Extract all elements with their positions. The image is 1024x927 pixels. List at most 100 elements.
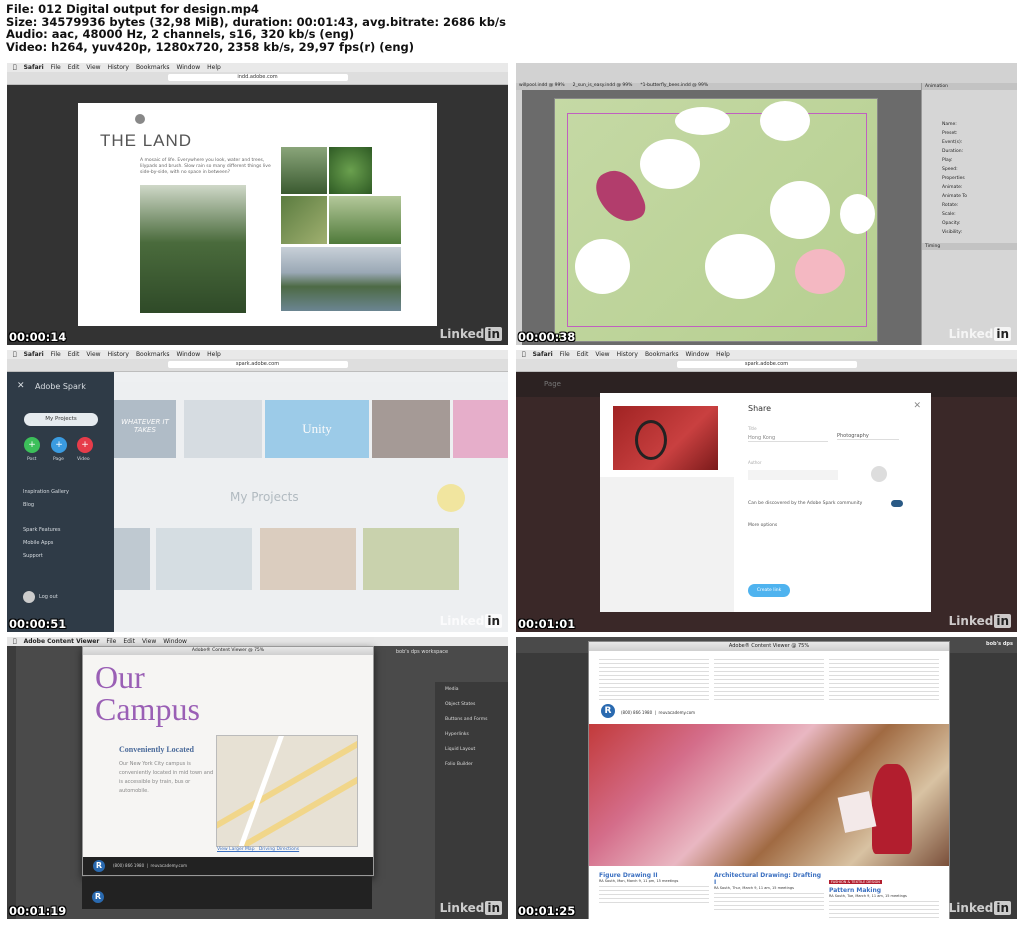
link-features[interactable]: Spark Features bbox=[23, 524, 69, 537]
sidebar-links: Inspiration Gallery Blog Spark Features … bbox=[23, 486, 69, 563]
panel-hyperlinks[interactable]: Hyperlinks bbox=[445, 727, 508, 742]
menu-bookmarks[interactable]: Bookmarks bbox=[136, 351, 170, 358]
project-card[interactable] bbox=[260, 528, 356, 590]
menu-edit[interactable]: Edit bbox=[68, 351, 80, 358]
tools-panel[interactable] bbox=[7, 646, 16, 919]
menu-safari[interactable]: Safari bbox=[24, 64, 44, 71]
create-page-icon[interactable]: + bbox=[51, 437, 67, 453]
page-title: THE LAND bbox=[100, 131, 193, 150]
menu-file[interactable]: File bbox=[560, 351, 570, 358]
pink-flower bbox=[795, 249, 845, 294]
address-bar[interactable]: spark.adobe.com bbox=[676, 361, 857, 368]
menu-window[interactable]: Window bbox=[685, 351, 709, 358]
project-card[interactable]: Unity bbox=[265, 400, 369, 458]
menu-bookmarks[interactable]: Bookmarks bbox=[136, 64, 170, 71]
field-label: Preset: bbox=[942, 131, 958, 136]
apple-icon[interactable]:  bbox=[13, 638, 17, 645]
menu-safari[interactable]: Safari bbox=[533, 351, 553, 358]
text-block bbox=[714, 656, 824, 700]
link-mobile-apps[interactable]: Mobile Apps bbox=[23, 537, 69, 550]
menu-edit[interactable]: Edit bbox=[577, 351, 589, 358]
menu-file[interactable]: File bbox=[51, 64, 61, 71]
menu-edit[interactable]: Edit bbox=[123, 638, 135, 645]
author-input[interactable] bbox=[748, 470, 838, 480]
my-projects-button[interactable]: My Projects bbox=[24, 413, 98, 426]
spark-brand: Adobe Spark bbox=[35, 382, 86, 391]
panel-object-states[interactable]: Object States bbox=[445, 697, 508, 712]
category-select[interactable]: Photography bbox=[837, 433, 899, 440]
panel-fields: Name: Preset: Event(s): Duration: Play: … bbox=[922, 90, 1017, 237]
close-icon[interactable]: ✕ bbox=[913, 401, 921, 411]
timing-tab[interactable]: Timing bbox=[922, 243, 1017, 250]
lilypads-photo bbox=[329, 147, 372, 194]
title-input[interactable]: Hong Kong bbox=[748, 435, 828, 442]
title-label: Title bbox=[748, 426, 757, 431]
panel-buttons-forms[interactable]: Buttons and Forms bbox=[445, 712, 508, 727]
menu-window[interactable]: Window bbox=[176, 64, 200, 71]
menu-app[interactable]: Adobe Content Viewer bbox=[24, 638, 100, 645]
browser-toolbar: spark.adobe.com bbox=[516, 359, 1017, 372]
menu-view[interactable]: View bbox=[595, 351, 609, 358]
link-blog[interactable]: Blog bbox=[23, 499, 69, 512]
panel-media[interactable]: Media bbox=[445, 682, 508, 697]
project-card[interactable] bbox=[184, 400, 262, 458]
menu-help[interactable]: Help bbox=[716, 351, 730, 358]
panel-folio-builder[interactable]: Folio Builder bbox=[445, 757, 508, 772]
document-tabs: willpool.indd @ 99% 2_sun_is_easy.indd @… bbox=[516, 83, 922, 90]
menu-bookmarks[interactable]: Bookmarks bbox=[645, 351, 679, 358]
address-bar[interactable]: spark.adobe.com bbox=[167, 361, 348, 368]
create-link-button[interactable]: Create link bbox=[748, 584, 790, 597]
project-card[interactable]: WHATEVER IT TAKES bbox=[114, 400, 176, 458]
underlying-document-footer: R bbox=[82, 877, 372, 909]
text-block bbox=[829, 656, 939, 700]
more-options-link[interactable]: More options bbox=[748, 523, 777, 528]
map-links[interactable]: View Larger Map Driving Directions bbox=[217, 847, 299, 852]
menu-window[interactable]: Window bbox=[176, 351, 200, 358]
animation-panel: Animation Name: Preset: Event(s): Durati… bbox=[921, 83, 1017, 345]
link-inspiration[interactable]: Inspiration Gallery bbox=[23, 486, 69, 499]
menu-view[interactable]: View bbox=[86, 351, 100, 358]
doc-tab[interactable]: *1-butterfly_bees.indd @ 99% bbox=[640, 83, 708, 90]
apple-icon[interactable]:  bbox=[13, 351, 17, 358]
menu-window[interactable]: Window bbox=[163, 638, 187, 645]
project-card[interactable] bbox=[156, 528, 252, 590]
create-post-icon[interactable]: + bbox=[24, 437, 40, 453]
panel-liquid-layout[interactable]: Liquid Layout bbox=[445, 742, 508, 757]
doc-tab[interactable]: willpool.indd @ 99% bbox=[519, 83, 565, 90]
add-project-icon[interactable] bbox=[437, 484, 465, 512]
menu-help[interactable]: Help bbox=[207, 351, 221, 358]
project-card[interactable] bbox=[363, 528, 459, 590]
logout-link[interactable]: Log out bbox=[39, 594, 58, 600]
menu-file[interactable]: File bbox=[51, 351, 61, 358]
campus-body: Our New York City campus is conveniently… bbox=[119, 761, 214, 794]
apple-icon[interactable]:  bbox=[13, 64, 17, 71]
menu-safari[interactable]: Safari bbox=[24, 351, 44, 358]
avatar[interactable] bbox=[23, 591, 35, 603]
author-avatar-icon[interactable] bbox=[871, 466, 887, 482]
create-video-icon[interactable]: + bbox=[77, 437, 93, 453]
campus-map[interactable] bbox=[216, 735, 358, 847]
menu-view[interactable]: View bbox=[86, 64, 100, 71]
menu-history[interactable]: History bbox=[108, 64, 129, 71]
tools-panel[interactable] bbox=[516, 90, 522, 345]
preview-text-column bbox=[600, 477, 734, 612]
project-card[interactable] bbox=[114, 528, 150, 590]
field-label: Scale: bbox=[942, 212, 956, 217]
menu-history[interactable]: History bbox=[108, 351, 129, 358]
project-card[interactable] bbox=[453, 400, 508, 458]
menu-history[interactable]: History bbox=[617, 351, 638, 358]
doc-tab[interactable]: 2_sun_is_easy.indd @ 99% bbox=[573, 83, 633, 90]
menu-help[interactable]: Help bbox=[207, 64, 221, 71]
menu-file[interactable]: File bbox=[106, 638, 116, 645]
link-support[interactable]: Support bbox=[23, 550, 69, 563]
menu-view[interactable]: View bbox=[142, 638, 156, 645]
close-icon[interactable]: ✕ bbox=[17, 381, 25, 391]
pines-photo bbox=[281, 147, 327, 194]
logo-icon bbox=[135, 114, 145, 124]
apple-icon[interactable]:  bbox=[522, 351, 526, 358]
menu-edit[interactable]: Edit bbox=[68, 64, 80, 71]
address-bar[interactable]: indd.adobe.com bbox=[167, 74, 348, 81]
discoverable-toggle[interactable] bbox=[891, 500, 903, 507]
linkedin-watermark: Linked in bbox=[439, 614, 502, 628]
project-card[interactable] bbox=[372, 400, 450, 458]
